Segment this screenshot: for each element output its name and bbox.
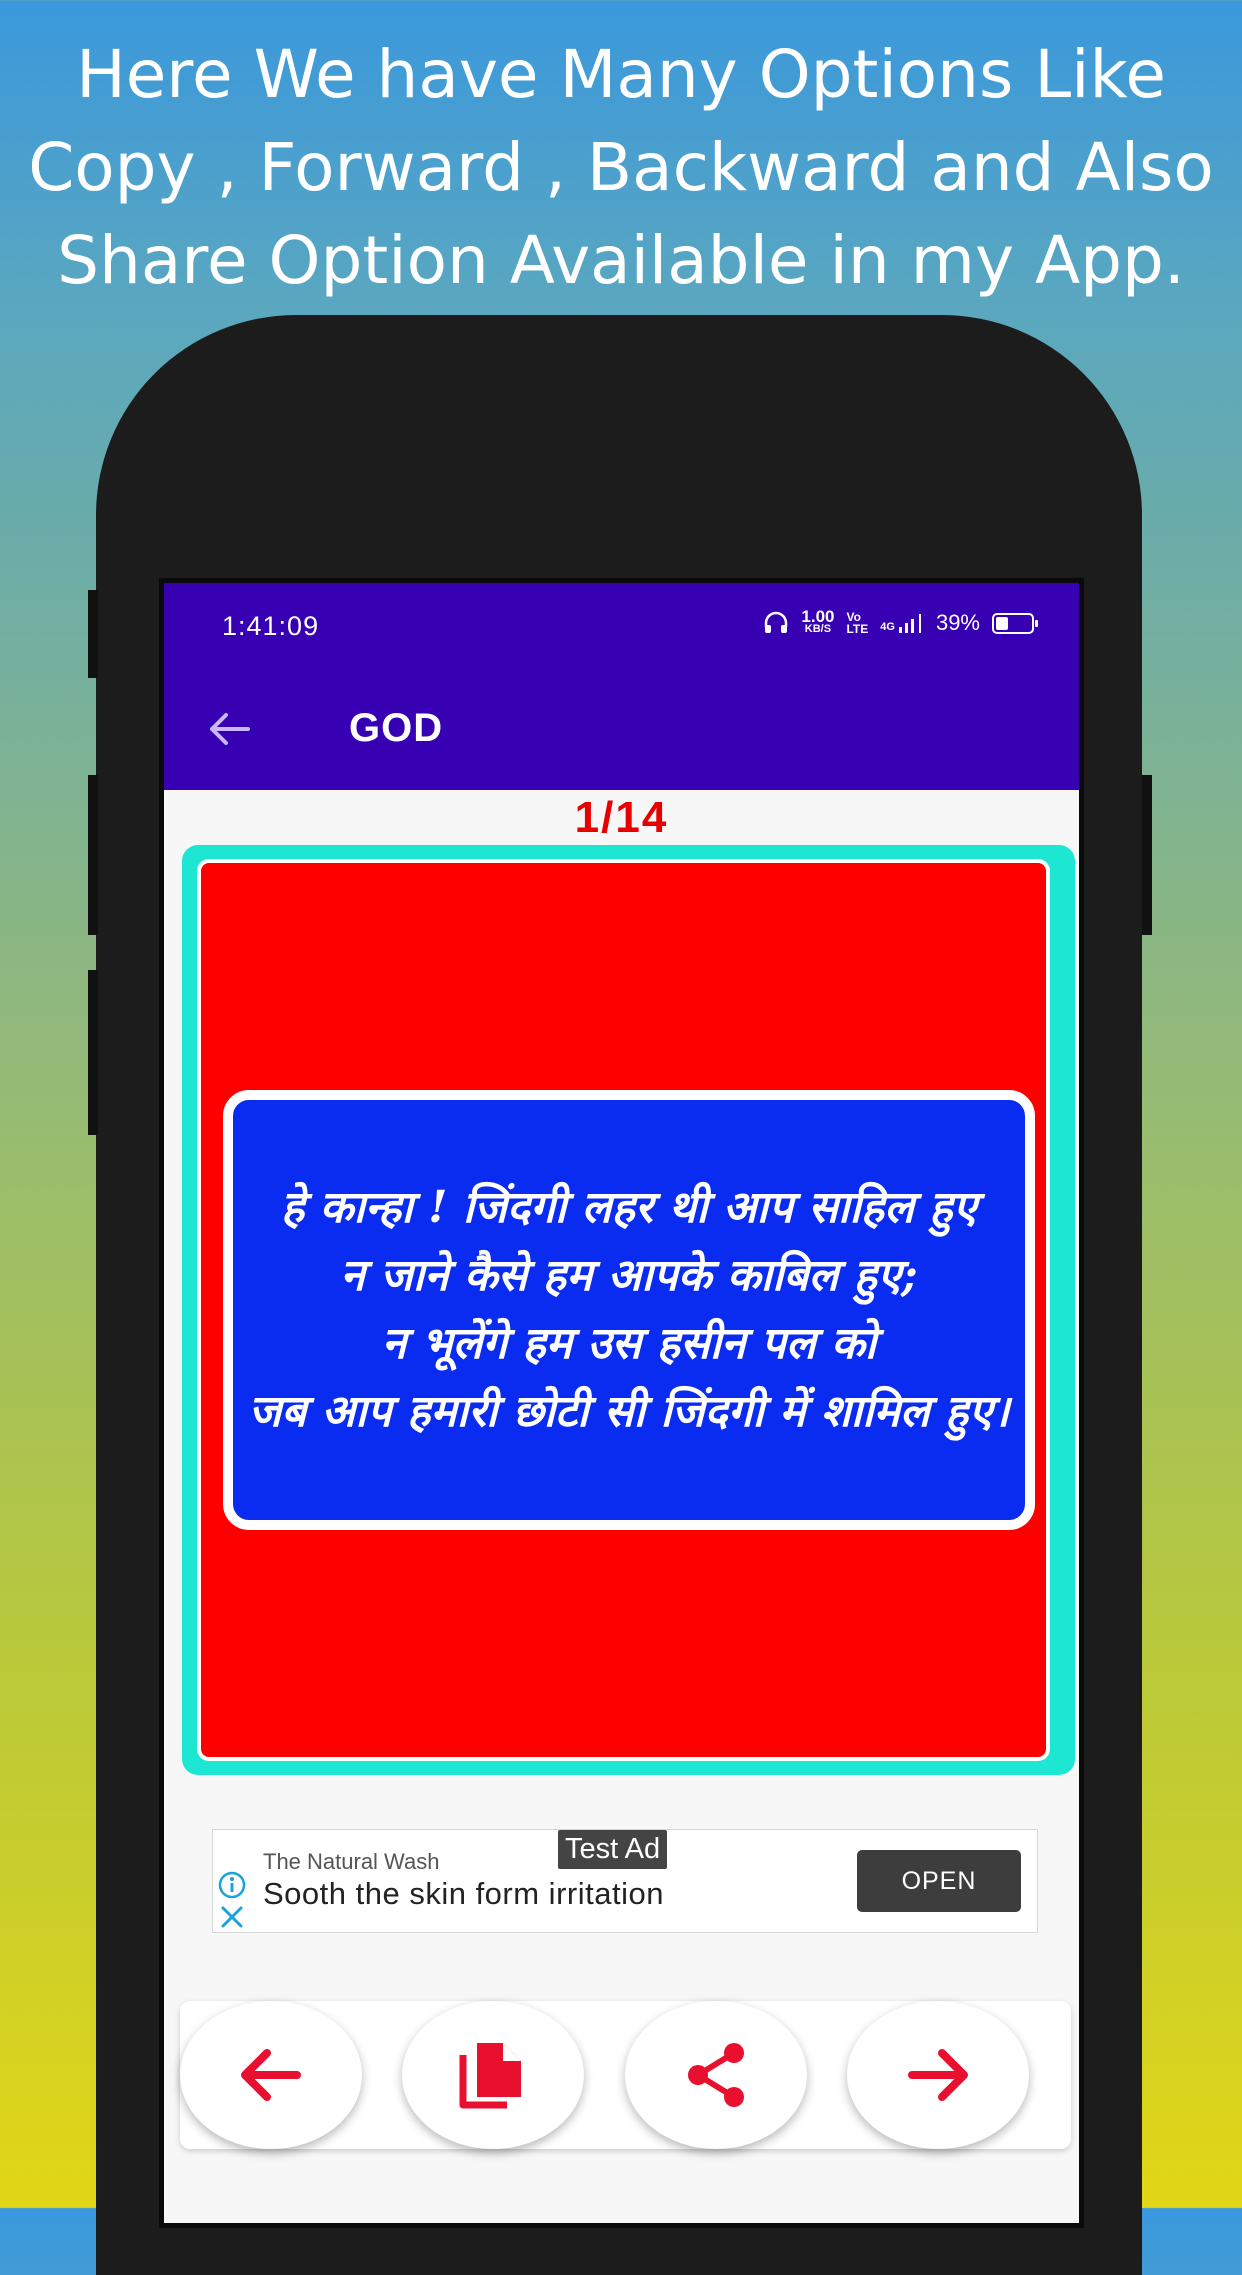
signal-bars-icon (898, 614, 921, 633)
battery-percent: 39% (935, 610, 980, 635)
promo-caption: Here We have Many Options Like Copy , Fo… (0, 28, 1242, 307)
ad-advertiser: The Natural Wash (263, 1849, 440, 1874)
arrow-back-icon (241, 2049, 301, 2101)
volte-indicator: Vo LTE (846, 611, 868, 635)
network-speed-value: 1.00 (801, 607, 835, 626)
phone-side-button (88, 970, 98, 1135)
promo-line-2: Copy , Forward , Backward and Also (28, 129, 1214, 206)
ad-banner[interactable]: Test Ad The Natural Wash Sooth the skin … (212, 1829, 1038, 1933)
quote-counter: 1/14 (574, 793, 669, 842)
promo-line-3: Share Option Available in my App. (57, 222, 1185, 299)
test-ad-badge: Test Ad (558, 1830, 668, 1869)
status-bar: 1:41:09 1.00 KB/S Vo LTE 4G 39% (164, 583, 1079, 668)
copy-icon (459, 2043, 521, 2109)
phone-side-button (88, 775, 98, 935)
network-type: 4G (880, 621, 895, 633)
app-bar: GOD (164, 668, 1079, 790)
arrow-forward-icon (908, 2049, 968, 2101)
back-arrow-icon[interactable] (204, 704, 254, 754)
info-icon[interactable] (217, 1870, 247, 1900)
app-screen: 1:41:09 1.00 KB/S Vo LTE 4G 39% GOD 1/14… (159, 578, 1084, 2228)
phone-side-button (88, 590, 98, 678)
quote-box: हे कान्हा ! जिंदगी लहर थी आप साहिल हुए न… (223, 1090, 1035, 1530)
signal-indicator: 4G (880, 613, 924, 633)
copy-button[interactable] (402, 2001, 584, 2149)
previous-button[interactable] (180, 2001, 362, 2149)
quote-card: हे कान्हा ! जिंदगी लहर थी आप साहिल हुए न… (182, 845, 1075, 1775)
quote-card-background: हे कान्हा ! जिंदगी लहर थी आप साहिल हुए न… (197, 859, 1050, 1761)
headphones-icon (765, 611, 788, 633)
battery-icon (992, 612, 1038, 634)
next-button[interactable] (847, 2001, 1029, 2149)
quote-text: हे कान्हा ! जिंदगी लहर थी आप साहिल हुए न… (248, 1182, 1010, 1437)
ad-open-button[interactable]: OPEN (857, 1850, 1021, 1912)
share-icon (688, 2043, 744, 2107)
share-button[interactable] (625, 2001, 807, 2149)
phone-side-button (1142, 775, 1152, 935)
app-title: GOD (349, 706, 444, 750)
network-speed-unit: KB/S (804, 623, 832, 635)
action-toolbar (180, 2001, 1071, 2149)
volte-bottom: LTE (846, 622, 869, 636)
status-time: 1:41:09 (222, 611, 320, 641)
close-icon[interactable] (219, 1904, 245, 1930)
ad-headline[interactable]: Sooth the skin form irritation (263, 1876, 664, 1912)
network-speed: 1.00 KB/S (801, 607, 835, 636)
status-icons: 1.00 KB/S Vo LTE 4G 39% (763, 607, 1038, 636)
promo-line-1: Here We have Many Options Like (76, 36, 1166, 113)
